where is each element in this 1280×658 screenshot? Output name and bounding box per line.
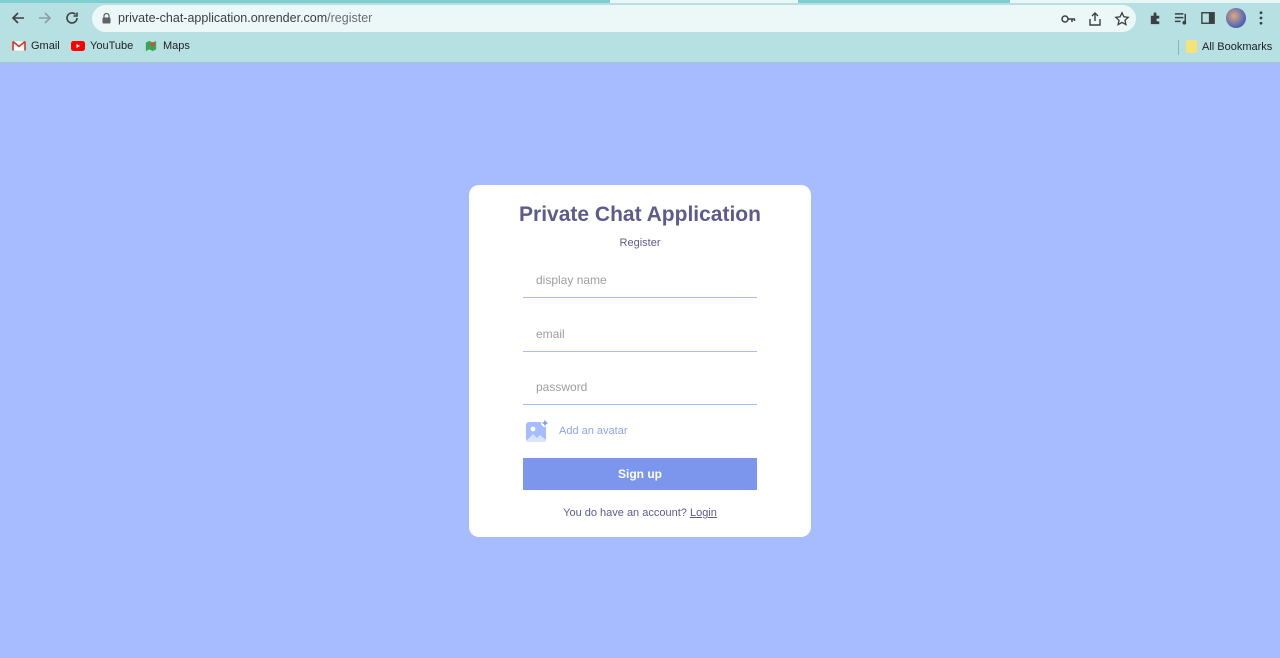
bookmark-gmail[interactable]: Gmail bbox=[12, 40, 60, 52]
key-icon[interactable] bbox=[1060, 11, 1076, 27]
login-prompt: You do have an account? Login bbox=[469, 507, 811, 519]
address-bar[interactable]: private-chat-application.onrender.com/re… bbox=[92, 5, 1136, 32]
add-avatar-label: Add an avatar bbox=[559, 425, 628, 437]
login-link[interactable]: Login bbox=[690, 507, 717, 519]
loading-bar bbox=[0, 0, 1280, 3]
bookmark-label: Gmail bbox=[31, 40, 60, 52]
forward-button[interactable] bbox=[35, 8, 55, 28]
gmail-icon bbox=[12, 40, 26, 51]
youtube-icon bbox=[71, 41, 85, 51]
page-title: Private Chat Application bbox=[519, 203, 761, 226]
star-icon[interactable] bbox=[1114, 11, 1130, 27]
password-input[interactable] bbox=[523, 369, 757, 405]
register-card: Private Chat Application Register Add an… bbox=[469, 185, 811, 537]
all-bookmarks-label: All Bookmarks bbox=[1202, 40, 1273, 53]
bookmarks-divider bbox=[1178, 40, 1179, 55]
share-icon[interactable] bbox=[1087, 11, 1103, 27]
browser-toolbar: private-chat-application.onrender.com/re… bbox=[0, 0, 1280, 63]
all-bookmarks-button[interactable]: All Bookmarks bbox=[1186, 40, 1272, 53]
bookmarks-bar: Gmail YouTube Maps All Bookmarks bbox=[0, 38, 1280, 56]
maps-icon bbox=[145, 40, 157, 52]
display-name-input[interactable] bbox=[523, 262, 757, 298]
form-subtitle: Register bbox=[619, 237, 661, 249]
arrow-left-icon bbox=[11, 12, 24, 24]
bookmark-youtube[interactable]: YouTube bbox=[71, 40, 133, 52]
sign-up-button[interactable]: Sign up bbox=[523, 458, 757, 490]
side-panel-icon[interactable] bbox=[1199, 9, 1217, 27]
bookmark-label: Maps bbox=[163, 40, 190, 52]
reload-button[interactable] bbox=[62, 8, 82, 28]
bookmark-label: YouTube bbox=[90, 40, 134, 52]
url-path: /register bbox=[327, 11, 373, 25]
media-control-icon[interactable] bbox=[1172, 9, 1190, 27]
url-text: private-chat-application.onrender.com/re… bbox=[118, 11, 372, 25]
login-prompt-text: You do have an account? bbox=[563, 507, 687, 519]
menu-kebab-icon[interactable] bbox=[1252, 9, 1270, 27]
arrow-right-icon bbox=[39, 12, 52, 24]
back-button[interactable] bbox=[8, 8, 28, 28]
folder-icon bbox=[1186, 40, 1197, 53]
url-host: private-chat-application.onrender.com bbox=[118, 11, 328, 25]
profile-avatar[interactable] bbox=[1226, 8, 1246, 28]
extensions-icon[interactable] bbox=[1146, 9, 1164, 27]
reload-icon bbox=[66, 12, 78, 24]
email-input[interactable] bbox=[523, 316, 757, 352]
lock-icon bbox=[102, 13, 111, 24]
add-avatar-button[interactable]: Add an avatar bbox=[525, 419, 628, 443]
bookmark-maps[interactable]: Maps bbox=[144, 40, 190, 52]
add-image-icon bbox=[526, 419, 549, 442]
